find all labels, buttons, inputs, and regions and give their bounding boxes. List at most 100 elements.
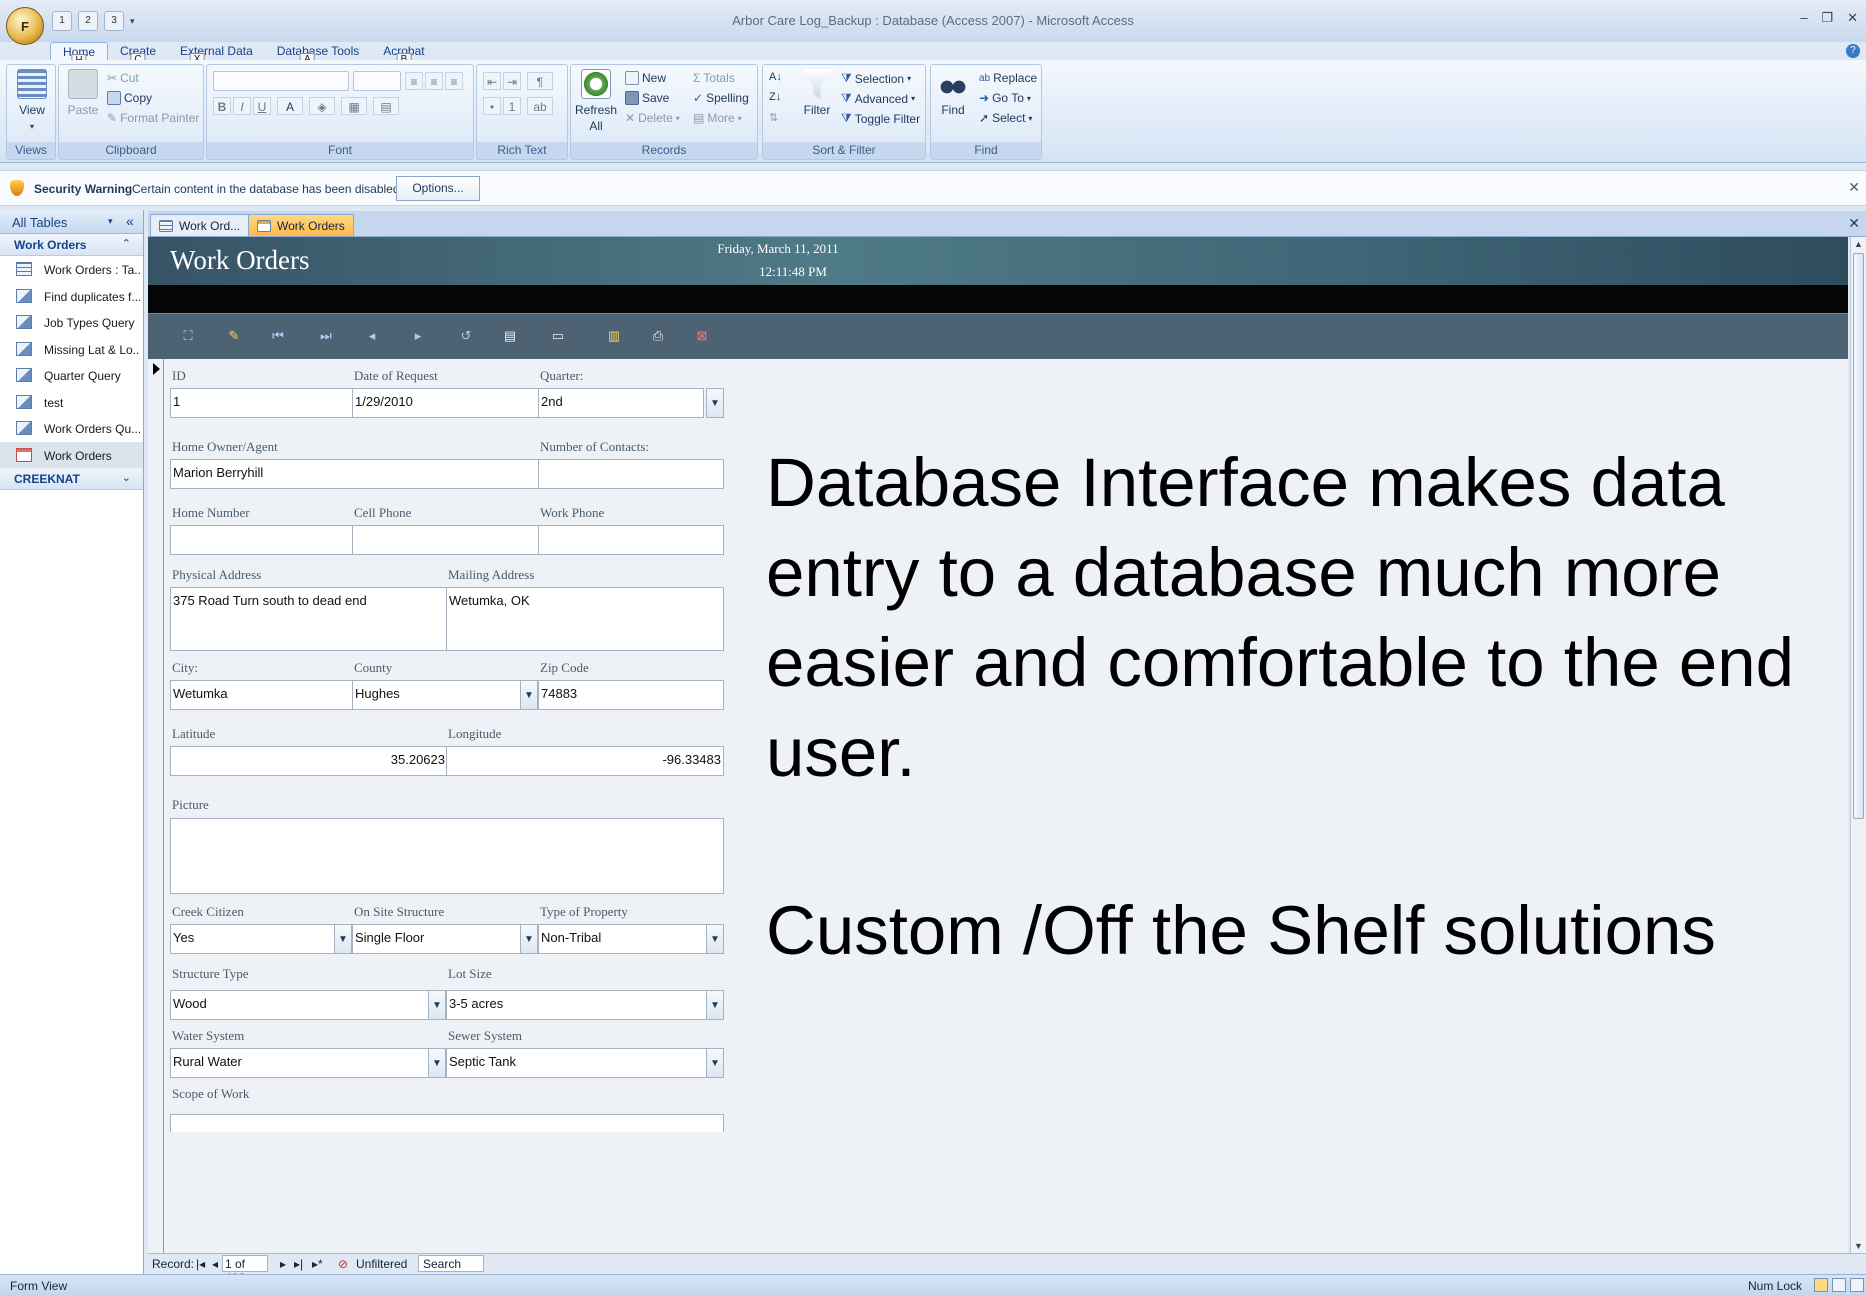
decrease-indent-icon[interactable]: ⇤ <box>483 72 501 90</box>
last-record-button[interactable]: ▸| <box>294 1257 303 1271</box>
cut-button[interactable]: ✂ Cut <box>107 71 139 85</box>
find-button[interactable]: Find <box>935 69 971 117</box>
next-record-button[interactable]: ▸ <box>280 1257 286 1271</box>
nav-collapse-icon[interactable]: « <box>126 213 134 229</box>
home-owner-field[interactable]: Marion Berryhill <box>170 459 540 489</box>
font-size-select[interactable] <box>353 71 401 91</box>
creek-citizen-dropdown-icon[interactable]: ▼ <box>334 924 352 954</box>
nav-item-query[interactable]: Quarter Query <box>0 362 143 389</box>
longitude-field[interactable]: -96.33483 <box>446 746 724 776</box>
nav-header-dropdown-icon[interactable]: ▾ <box>108 216 113 227</box>
number-of-contacts-field[interactable] <box>538 459 724 489</box>
report-icon[interactable]: ▥ <box>606 328 622 344</box>
new-record-icon[interactable]: ▤ <box>502 328 518 344</box>
latitude-field[interactable]: 35.20623 <box>170 746 448 776</box>
physical-address-field[interactable]: 375 Road Turn south to dead end <box>170 587 448 651</box>
highlight-icon[interactable]: ab <box>527 97 553 115</box>
undo-icon[interactable]: ↺ <box>458 328 474 344</box>
water-system-dropdown-icon[interactable]: ▼ <box>428 1048 446 1078</box>
toggle-filter-button[interactable]: ⧩ Toggle Filter <box>841 111 920 126</box>
bold-button[interactable]: B <box>213 97 231 115</box>
structure-type-dropdown-icon[interactable]: ▼ <box>428 990 446 1020</box>
last-record-icon[interactable]: ⏭ <box>318 328 334 344</box>
more-button[interactable]: ▤ More ▾ <box>693 111 742 125</box>
align-center-icon[interactable]: ≡ <box>425 72 443 90</box>
tab-acrobat[interactable]: AcrobatB <box>371 42 436 66</box>
creek-citizen-field[interactable]: Yes <box>170 924 336 954</box>
doc-tab-work-orders-form[interactable]: Work Orders <box>248 214 354 236</box>
align-right-icon[interactable]: ≡ <box>445 72 463 90</box>
find-record-icon[interactable]: ⛶ <box>180 328 196 344</box>
spelling-button[interactable]: ✓ Spelling <box>693 91 749 105</box>
lot-size-dropdown-icon[interactable]: ▼ <box>706 990 724 1020</box>
go-to-button[interactable]: ➜ Go To ▾ <box>979 91 1031 105</box>
edit-pencil-icon[interactable]: ✎ <box>226 328 242 344</box>
tab-database-tools[interactable]: Database ToolsA <box>265 42 372 66</box>
selection-button[interactable]: ⧩ Selection ▾ <box>841 71 911 86</box>
scroll-up-icon[interactable]: ▲ <box>1854 239 1863 249</box>
increase-indent-icon[interactable]: ⇥ <box>503 72 521 90</box>
minimize-button[interactable]: – <box>1800 10 1807 26</box>
quarter-dropdown-icon[interactable]: ▼ <box>706 388 724 418</box>
first-record-button[interactable]: |◂ <box>196 1257 205 1271</box>
new-blank-record-button[interactable]: ▸* <box>312 1257 323 1271</box>
nav-item-table[interactable]: Work Orders : Ta... <box>0 256 143 283</box>
print-icon[interactable]: ⎙ <box>650 328 666 344</box>
scrollbar-thumb[interactable] <box>1853 253 1864 819</box>
delete-record-button[interactable]: ✕ Delete ▾ <box>625 111 680 125</box>
nav-group-expand-icon[interactable]: ⌄ <box>122 471 131 484</box>
structure-type-field[interactable]: Wood <box>170 990 430 1020</box>
tab-external-data[interactable]: External DataX <box>168 42 265 66</box>
cell-phone-field[interactable] <box>352 525 540 555</box>
advanced-button[interactable]: ⧩ Advanced ▾ <box>841 91 915 106</box>
tab-home[interactable]: HomeH <box>50 42 109 67</box>
zip-code-field[interactable]: 74883 <box>538 680 724 710</box>
nav-item-query[interactable]: Missing Lat & Lo... <box>0 336 143 363</box>
nav-item-form[interactable]: Work Orders <box>0 441 143 468</box>
text-direction-icon[interactable]: ¶ <box>527 72 553 90</box>
new-record-button[interactable]: New <box>625 71 666 85</box>
close-form-icon[interactable]: ⊠ <box>694 328 710 344</box>
vertical-scrollbar[interactable]: ▲ ▼ <box>1850 237 1866 1253</box>
filter-status-button[interactable]: Unfiltered <box>356 1257 407 1271</box>
type-of-property-dropdown-icon[interactable]: ▼ <box>706 924 724 954</box>
copy-button[interactable]: Copy <box>107 91 152 105</box>
sort-ascending-icon[interactable]: A↓ <box>769 71 782 83</box>
next-record-icon[interactable]: ▸ <box>410 328 426 344</box>
clear-sort-icon[interactable]: ⇅ <box>769 111 778 124</box>
align-left-icon[interactable]: ≡ <box>405 72 423 90</box>
bullets-icon[interactable]: • <box>483 97 501 115</box>
previous-record-button[interactable]: ◂ <box>212 1257 218 1271</box>
sewer-system-field[interactable]: Septic Tank <box>446 1048 708 1078</box>
save-record-button[interactable]: Save <box>625 91 669 105</box>
nav-item-query[interactable]: Job Types Query <box>0 309 143 336</box>
id-field[interactable]: 1 <box>170 388 354 418</box>
water-system-field[interactable]: Rural Water <box>170 1048 430 1078</box>
nav-item-query[interactable]: test <box>0 389 143 416</box>
date-of-request-field[interactable]: 1/29/2010 <box>352 388 540 418</box>
form-view-icon[interactable] <box>1814 1278 1828 1292</box>
type-of-property-field[interactable]: Non-Tribal <box>538 924 708 954</box>
close-button[interactable]: ✕ <box>1847 10 1858 26</box>
current-record-box[interactable]: 1 of 422 <box>222 1255 268 1285</box>
save-record-icon[interactable]: ▭ <box>550 328 566 344</box>
first-record-icon[interactable]: ⏮ <box>270 328 286 344</box>
select-button[interactable]: ➚ Select ▾ <box>979 111 1032 125</box>
previous-record-icon[interactable]: ◂ <box>364 328 380 344</box>
italic-button[interactable]: I <box>233 97 251 115</box>
paste-button[interactable]: Paste <box>65 69 101 117</box>
quarter-field[interactable]: 2nd <box>538 388 704 418</box>
scroll-down-icon[interactable]: ▼ <box>1854 1241 1863 1251</box>
restore-button[interactable]: ❐ <box>1821 10 1833 26</box>
office-button[interactable]: F <box>6 7 44 45</box>
nav-group-work-orders[interactable]: Work Orders ⌃ <box>0 234 143 256</box>
format-painter-button[interactable]: ✎ Format Painter <box>107 111 199 125</box>
nav-group-collapse-icon[interactable]: ⌃ <box>122 237 131 250</box>
nav-group-creeknat[interactable]: CREEKNAT ⌄ <box>0 468 143 490</box>
county-dropdown-icon[interactable]: ▼ <box>520 680 538 710</box>
security-close-icon[interactable]: ✕ <box>1848 179 1860 196</box>
sort-descending-icon[interactable]: Z↓ <box>769 91 781 103</box>
design-view-icon[interactable] <box>1850 1278 1864 1292</box>
help-icon[interactable]: ? <box>1846 44 1860 58</box>
record-selector[interactable] <box>148 359 164 1253</box>
